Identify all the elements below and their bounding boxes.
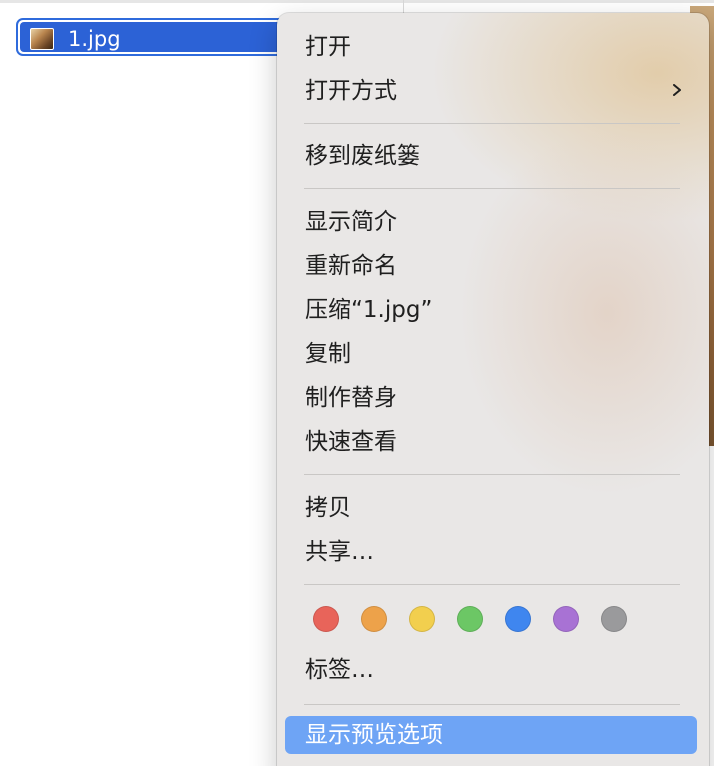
selection-highlight: 1.jpg	[20, 22, 292, 52]
menu-separator	[304, 188, 680, 189]
menu-separator	[304, 584, 680, 585]
menu-item-label: 快速查看	[305, 429, 397, 455]
menu-item-label: 打开方式	[305, 78, 397, 104]
menu-item-label: 共享…	[305, 539, 374, 565]
menu-item-share[interactable]: 共享…	[285, 533, 697, 571]
tag-gray-icon[interactable]	[601, 606, 627, 632]
menu-item-rename[interactable]: 重新命名	[285, 247, 697, 285]
toolbar-divider	[0, 0, 714, 3]
menu-item-quick-look[interactable]: 快速查看	[285, 423, 697, 461]
menu-item-label: 制作替身	[305, 385, 397, 411]
tag-green-icon[interactable]	[457, 606, 483, 632]
menu-item-label: 显示简介	[305, 209, 397, 235]
menu-item-label: 复制	[305, 341, 351, 367]
menu-item-label: 打开	[305, 34, 351, 60]
image-thumbnail-icon	[30, 28, 54, 50]
file-name[interactable]: 1.jpg	[68, 26, 121, 52]
tag-red-icon[interactable]	[313, 606, 339, 632]
menu-item-duplicate[interactable]: 复制	[285, 335, 697, 373]
tag-blue-icon[interactable]	[505, 606, 531, 632]
context-menu: 打开 打开方式 移到废纸篓 显示简介 重新命名 压缩“1.jpg” 复制 制作替…	[277, 13, 709, 766]
menu-item-show-preview-options[interactable]: 显示预览选项	[285, 716, 697, 754]
menu-item-label: 重新命名	[305, 253, 397, 279]
chevron-right-icon	[673, 84, 681, 96]
menu-item-open-with[interactable]: 打开方式	[285, 72, 697, 110]
menu-separator	[304, 123, 680, 124]
tag-orange-icon[interactable]	[361, 606, 387, 632]
menu-item-move-to-trash[interactable]: 移到废纸篓	[285, 137, 697, 175]
menu-item-copy[interactable]: 拷贝	[285, 489, 697, 527]
column-divider[interactable]	[403, 0, 404, 14]
tag-purple-icon[interactable]	[553, 606, 579, 632]
menu-separator	[304, 704, 680, 705]
menu-item-label: 显示预览选项	[305, 722, 443, 748]
menu-separator	[304, 474, 680, 475]
finder-window: 1.jpg 打开 打开方式 移到废纸篓 显示简介 重新命名 压缩“1.jpg”	[0, 0, 714, 766]
menu-item-tags[interactable]: 标签…	[285, 651, 697, 689]
menu-item-compress[interactable]: 压缩“1.jpg”	[285, 291, 697, 329]
menu-item-get-info[interactable]: 显示简介	[285, 203, 697, 241]
menu-item-label: 压缩“1.jpg”	[305, 297, 433, 323]
menu-item-open[interactable]: 打开	[285, 28, 697, 66]
menu-item-label: 移到废纸篓	[305, 143, 420, 169]
menu-item-make-alias[interactable]: 制作替身	[285, 379, 697, 417]
file-row-selected[interactable]: 1.jpg	[16, 18, 296, 56]
menu-item-label: 标签…	[305, 657, 374, 683]
menu-item-label: 拷贝	[305, 495, 351, 521]
tag-yellow-icon[interactable]	[409, 606, 435, 632]
